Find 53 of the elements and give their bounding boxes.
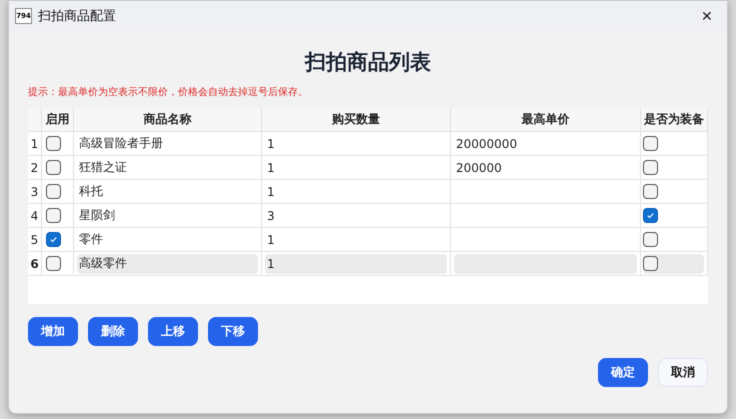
action-button[interactable]: 下移: [208, 317, 258, 346]
checkbox[interactable]: [643, 136, 658, 151]
window-title: 扫拍商品配置: [38, 8, 117, 25]
column-header: 购买数量: [262, 108, 451, 132]
empty-cell[interactable]: [451, 180, 641, 204]
check-icon: [646, 211, 655, 220]
checkbox[interactable]: [46, 232, 61, 247]
checkbox[interactable]: [46, 256, 61, 271]
checkbox[interactable]: [643, 208, 658, 223]
column-header: 是否为装备: [641, 108, 708, 132]
check-icon: [49, 235, 58, 244]
row-number: 2: [28, 156, 42, 180]
action-button[interactable]: 删除: [88, 317, 138, 346]
checkbox[interactable]: [46, 208, 61, 223]
checkbox[interactable]: [643, 256, 658, 271]
checkbox[interactable]: [46, 160, 61, 175]
table-cell[interactable]: 200000: [454, 158, 637, 178]
table-cell[interactable]: 星陨剑: [77, 206, 258, 226]
table-cell[interactable]: 1: [265, 182, 447, 202]
empty-cell[interactable]: [451, 228, 641, 252]
close-button[interactable]: ✕: [693, 2, 721, 30]
table-cell[interactable]: 3: [265, 206, 447, 226]
table-cell[interactable]: 1: [265, 134, 447, 154]
confirm-button[interactable]: 确定: [598, 358, 648, 387]
table-cell[interactable]: 狂猎之证: [77, 158, 258, 178]
table-cell[interactable]: 科托: [77, 182, 258, 202]
table-cell[interactable]: 1: [265, 158, 447, 178]
checkbox[interactable]: [643, 232, 658, 247]
table-cell[interactable]: 1: [265, 230, 447, 250]
column-header: 最高单价: [451, 108, 641, 132]
row-number: 3: [28, 180, 42, 204]
action-button[interactable]: 增加: [28, 317, 78, 346]
row-number: 1: [28, 132, 42, 156]
checkbox[interactable]: [46, 136, 61, 151]
cancel-button[interactable]: 取消: [658, 358, 708, 387]
empty-field[interactable]: [454, 254, 637, 274]
table-cell[interactable]: 高级冒险者手册: [77, 134, 258, 154]
row-number: 4: [28, 204, 42, 228]
checkbox[interactable]: [46, 184, 61, 199]
row-number: 5: [28, 228, 42, 252]
table-cell[interactable]: 高级零件: [77, 254, 258, 274]
action-button[interactable]: 上移: [148, 317, 198, 346]
table-cell[interactable]: 零件: [77, 230, 258, 250]
table-cell[interactable]: 1: [265, 254, 447, 274]
empty-cell[interactable]: [451, 204, 641, 228]
checkbox[interactable]: [643, 160, 658, 175]
row-number: 6: [28, 252, 42, 276]
table-cell[interactable]: 20000000: [454, 134, 637, 154]
column-header: 商品名称: [74, 108, 262, 132]
column-header: 启用: [42, 108, 74, 132]
checkbox[interactable]: [643, 184, 658, 199]
hint-text: 提示：最高单价为空表示不限价，价格会自动去掉逗号后保存。: [28, 86, 309, 99]
page-heading: 扫拍商品列表: [303, 49, 432, 76]
